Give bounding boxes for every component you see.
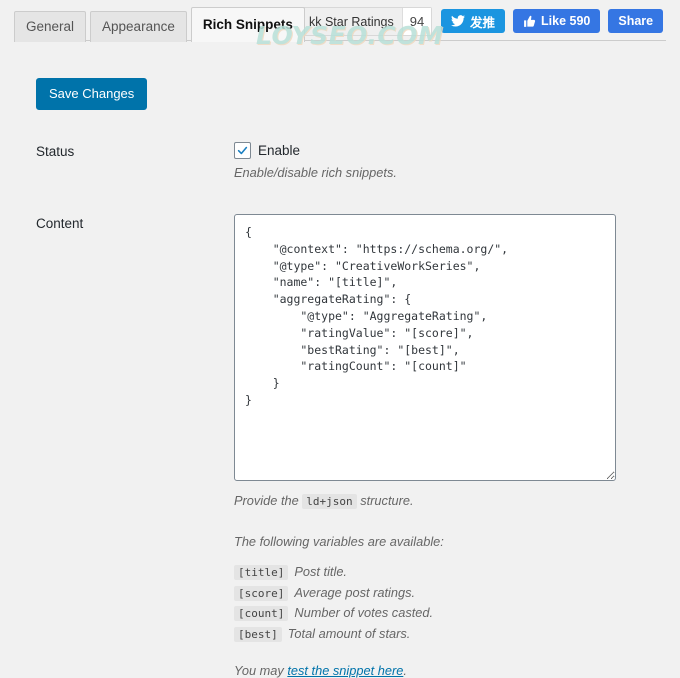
- provide-prefix: Provide the: [234, 493, 299, 508]
- settings-content: Save Changes Status Enable Enable/disabl…: [0, 40, 680, 678]
- test-snippet-suffix: .: [403, 662, 407, 678]
- provide-suffix: structure.: [360, 493, 414, 508]
- enable-checkbox-line[interactable]: Enable: [234, 142, 648, 159]
- save-changes-button[interactable]: Save Changes: [36, 78, 148, 110]
- content-field: Provide the ld+json structure. The follo…: [234, 214, 648, 678]
- variable-description: Total amount of stars.: [287, 625, 411, 641]
- available-variables-intro: The following variables are available:: [234, 534, 444, 549]
- variable-row: [count] Number of votes casted.: [234, 605, 648, 621]
- variable-description: Number of votes casted.: [294, 605, 434, 620]
- variable-row: [title] Post title.: [234, 564, 648, 580]
- status-field: Enable Enable/disable rich snippets.: [234, 142, 648, 180]
- twitter-share-button[interactable]: 发推: [441, 9, 506, 33]
- kk-star-ratings-count: 94: [402, 8, 432, 35]
- top-bar: General Appearance Rich Snippets kk Star…: [0, 0, 680, 50]
- rich-snippet-content-textarea[interactable]: [234, 214, 616, 481]
- tab-rich-snippets[interactable]: Rich Snippets: [190, 7, 305, 42]
- variable-token: [title]: [234, 565, 289, 580]
- tab-appearance[interactable]: Appearance: [90, 11, 187, 42]
- facebook-like-label: Like 590: [541, 14, 591, 28]
- enable-checkbox-label: Enable: [258, 143, 301, 158]
- status-description: Enable/disable rich snippets.: [234, 165, 397, 180]
- twitter-share-label: 发推: [470, 15, 496, 30]
- test-snippet-note: You may test the snippet here.: [234, 663, 648, 678]
- content-label: Content: [36, 216, 84, 231]
- variable-token: [score]: [234, 585, 289, 601]
- tab-general[interactable]: General: [14, 11, 87, 42]
- thumbs-up-icon: [523, 15, 536, 28]
- ld-json-code-chip: ld+json: [302, 494, 357, 509]
- settings-tab-list: General Appearance Rich Snippets: [14, 7, 309, 42]
- facebook-share-button[interactable]: Share: [608, 9, 664, 33]
- facebook-share-label: Share: [618, 14, 654, 28]
- field-row-status: Status Enable Enable/disable rich snippe…: [36, 142, 648, 180]
- settings-form: Status Enable Enable/disable rich snippe…: [36, 142, 648, 678]
- facebook-like-button[interactable]: Like 590: [513, 9, 601, 33]
- variable-token: [best]: [234, 626, 282, 642]
- variable-row: [best] Total amount of stars.: [234, 626, 648, 642]
- field-row-content: Content Provide the ld+json structure. T…: [36, 214, 648, 678]
- enable-checkbox[interactable]: [234, 142, 251, 159]
- variable-description: Average post ratings.: [294, 584, 416, 600]
- kk-star-ratings-label: kk Star Ratings: [309, 14, 394, 29]
- variable-token: [count]: [234, 606, 289, 621]
- social-share-buttons: 发推 Like 590 Share: [441, 9, 664, 33]
- status-label: Status: [36, 144, 75, 159]
- provide-structure-note: Provide the ld+json structure.: [234, 493, 648, 509]
- available-variables-list: [title] Post title. [score] Average post…: [234, 564, 648, 642]
- variable-description: Post title.: [294, 564, 347, 579]
- test-snippet-prefix: You may: [234, 662, 284, 678]
- twitter-bird-icon: [451, 15, 465, 27]
- test-snippet-link[interactable]: test the snippet here: [287, 663, 403, 678]
- variable-row: [score] Average post ratings.: [234, 585, 648, 601]
